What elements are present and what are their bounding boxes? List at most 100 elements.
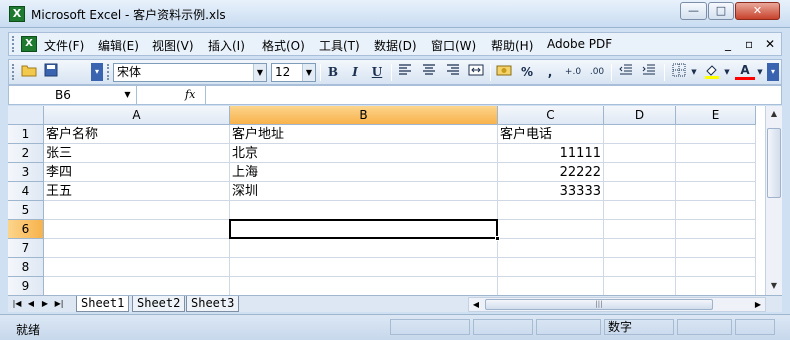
open-folder-icon[interactable] bbox=[19, 63, 39, 81]
cell-e6[interactable] bbox=[676, 220, 756, 239]
menu-help[interactable]: 帮助(H) bbox=[491, 37, 533, 54]
prev-sheet-icon[interactable]: ◀ bbox=[25, 297, 37, 311]
cell-a3[interactable]: 李四 bbox=[44, 163, 230, 182]
bold-button[interactable]: B bbox=[323, 63, 343, 81]
cell-b7[interactable] bbox=[230, 239, 498, 258]
column-header-a[interactable]: A bbox=[44, 106, 230, 125]
percent-button[interactable]: % bbox=[517, 63, 537, 81]
scroll-up-icon[interactable]: ▲ bbox=[766, 106, 782, 122]
menu-insert[interactable]: 插入(I) bbox=[208, 37, 245, 54]
chevron-down-icon[interactable]: ▼ bbox=[755, 63, 765, 81]
column-header-b[interactable]: B bbox=[230, 106, 498, 125]
sheet-tab-sheet3[interactable]: Sheet3 bbox=[186, 296, 240, 312]
cell-b3[interactable]: 上海 bbox=[230, 163, 498, 182]
scroll-right-icon[interactable]: ▶ bbox=[751, 298, 765, 311]
column-header-d[interactable]: D bbox=[604, 106, 676, 125]
cell-a7[interactable] bbox=[44, 239, 230, 258]
merge-center-icon[interactable] bbox=[466, 63, 486, 81]
fill-handle[interactable] bbox=[495, 236, 500, 241]
cell-a8[interactable] bbox=[44, 258, 230, 277]
comma-style-button[interactable]: , bbox=[540, 63, 560, 81]
doc-restore-button[interactable]: ▫ bbox=[745, 37, 753, 51]
align-center-icon[interactable] bbox=[419, 63, 439, 81]
cell-c3[interactable]: 22222 bbox=[498, 163, 604, 182]
cell-e5[interactable] bbox=[676, 201, 756, 220]
cell-c9[interactable] bbox=[498, 277, 604, 295]
toolbar-options-icon[interactable]: ▾ bbox=[767, 63, 779, 81]
cell-c1[interactable]: 客户电话 bbox=[498, 125, 604, 144]
cell-d6[interactable] bbox=[604, 220, 676, 239]
increase-decimal-icon[interactable]: +.0 bbox=[563, 63, 583, 81]
decrease-indent-icon[interactable] bbox=[616, 63, 636, 81]
row-header-1[interactable]: 1 bbox=[8, 125, 44, 144]
chevron-down-icon[interactable]: ▼ bbox=[689, 63, 699, 81]
align-right-icon[interactable] bbox=[443, 63, 463, 81]
cell-e8[interactable] bbox=[676, 258, 756, 277]
menu-format[interactable]: 格式(O) bbox=[262, 37, 305, 54]
font-color-button[interactable]: A bbox=[735, 63, 755, 80]
increase-indent-icon[interactable] bbox=[639, 63, 659, 81]
chevron-down-icon[interactable]: ▼ bbox=[253, 64, 266, 81]
sheet-tab-sheet1[interactable]: Sheet1 bbox=[76, 296, 130, 312]
maximize-button[interactable]: □ bbox=[708, 2, 734, 20]
vertical-scrollbar[interactable]: ▲ ▼ bbox=[765, 106, 782, 295]
menu-grip-icon[interactable] bbox=[12, 36, 16, 52]
cell-d2[interactable] bbox=[604, 144, 676, 163]
toolbar-options-icon[interactable]: ▾ bbox=[91, 63, 103, 81]
horizontal-scroll-thumb[interactable]: ||| bbox=[485, 299, 713, 310]
cell-e9[interactable] bbox=[676, 277, 756, 295]
currency-icon[interactable] bbox=[494, 63, 514, 81]
menu-tools[interactable]: 工具(T) bbox=[319, 37, 360, 54]
name-box[interactable]: B6 bbox=[9, 86, 137, 104]
toolbar-grip-2-icon[interactable] bbox=[107, 64, 111, 80]
toolbar-grip-icon[interactable] bbox=[12, 64, 16, 80]
sheet-tab-sheet2[interactable]: Sheet2 bbox=[132, 296, 186, 312]
decrease-decimal-icon[interactable]: .00 bbox=[587, 63, 607, 81]
cell-e4[interactable] bbox=[676, 182, 756, 201]
close-button[interactable]: ✕ bbox=[735, 2, 780, 20]
workbook-icon[interactable]: X bbox=[21, 36, 37, 52]
chevron-down-icon[interactable]: ▼ bbox=[119, 86, 136, 104]
save-icon[interactable] bbox=[41, 63, 61, 81]
first-sheet-icon[interactable]: |◀ bbox=[11, 297, 23, 311]
menu-window[interactable]: 窗口(W) bbox=[431, 37, 476, 54]
cell-b2[interactable]: 北京 bbox=[230, 144, 498, 163]
cell-a9[interactable] bbox=[44, 277, 230, 295]
vertical-scroll-thumb[interactable] bbox=[767, 128, 781, 198]
scroll-left-icon[interactable]: ◀ bbox=[469, 298, 483, 311]
fill-color-icon[interactable] bbox=[702, 63, 722, 81]
column-header-c[interactable]: C bbox=[498, 106, 604, 125]
cell-a2[interactable]: 张三 bbox=[44, 144, 230, 163]
column-header-e[interactable]: E bbox=[676, 106, 756, 125]
cell-b8[interactable] bbox=[230, 258, 498, 277]
align-left-icon[interactable] bbox=[395, 63, 415, 81]
cell-d8[interactable] bbox=[604, 258, 676, 277]
row-header-5[interactable]: 5 bbox=[8, 201, 44, 220]
row-header-6[interactable]: 6 bbox=[8, 220, 44, 239]
cell-c4[interactable]: 33333 bbox=[498, 182, 604, 201]
cell-c5[interactable] bbox=[498, 201, 604, 220]
cell-e1[interactable] bbox=[676, 125, 756, 144]
menu-view[interactable]: 视图(V) bbox=[152, 37, 194, 54]
font-size-combo[interactable]: 12 ▼ bbox=[271, 63, 316, 82]
row-header-2[interactable]: 2 bbox=[8, 144, 44, 163]
menu-adobe-pdf[interactable]: Adobe PDF bbox=[547, 37, 612, 51]
cell-d1[interactable] bbox=[604, 125, 676, 144]
scroll-down-icon[interactable]: ▼ bbox=[766, 278, 782, 294]
cell-e7[interactable] bbox=[676, 239, 756, 258]
doc-close-button[interactable]: ✕ bbox=[765, 37, 775, 51]
menu-file[interactable]: 文件(F) bbox=[44, 37, 84, 54]
formula-input[interactable] bbox=[205, 86, 781, 104]
cell-d5[interactable] bbox=[604, 201, 676, 220]
select-all-button[interactable] bbox=[8, 106, 44, 125]
cell-a4[interactable]: 王五 bbox=[44, 182, 230, 201]
font-name-combo[interactable]: 宋体 ▼ bbox=[113, 63, 267, 82]
cell-b1[interactable]: 客户地址 bbox=[230, 125, 498, 144]
minimize-button[interactable]: — bbox=[680, 2, 707, 20]
cell-c8[interactable] bbox=[498, 258, 604, 277]
next-sheet-icon[interactable]: ▶ bbox=[39, 297, 51, 311]
worksheet-grid[interactable]: A B C D E 1 客户名称 客户地址 客户电话 2 张三 北京 11111 3 李四 上海 22222 4 王… bbox=[8, 106, 765, 295]
row-header-3[interactable]: 3 bbox=[8, 163, 44, 182]
cell-b4[interactable]: 深圳 bbox=[230, 182, 498, 201]
cell-d7[interactable] bbox=[604, 239, 676, 258]
